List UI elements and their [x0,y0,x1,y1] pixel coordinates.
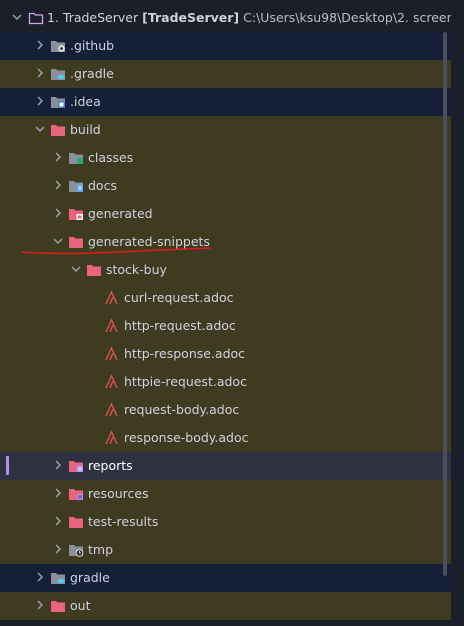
chevron-down-icon[interactable] [11,11,23,23]
tree-item-label: gradle [70,570,110,585]
folder-gradle-icon [50,66,66,82]
project-label: 1. TradeServer [47,10,139,25]
chevron-down-icon[interactable] [70,263,82,275]
tree-item-label: curl-request.adoc [124,290,234,305]
asciidoc-file-icon [104,402,120,418]
tree-row-tmp[interactable]: tmp [0,536,451,564]
selection-marker [6,456,9,475]
tree-item-label: response-body.adoc [124,430,249,445]
module-folder-icon [28,12,44,25]
chevron-right-icon[interactable] [52,151,64,163]
chevron-right-icon[interactable] [52,515,64,527]
folder-tmp-icon [68,542,84,558]
tree-row-request-body-adoc[interactable]: request-body.adoc [0,396,451,424]
chevron-right-icon[interactable] [52,459,64,471]
folder-reports-icon [68,458,84,474]
tree-item-label: stock-buy [106,262,167,277]
tree-row-build[interactable]: build [0,116,451,144]
asciidoc-file-icon [104,346,120,362]
project-name-label: 1. TradeServer [TradeServer] C:\Users\ks… [47,10,464,26]
chevron-right-icon[interactable] [34,95,46,107]
tree-row-project[interactable]: 1. TradeServer [TradeServer] C:\Users\ks… [0,4,464,32]
tree-item-label: classes [88,150,134,165]
tree-row-gradle[interactable]: gradle [0,564,451,592]
tree-item-label: request-body.adoc [124,402,240,417]
folder-excluded-icon [68,514,84,530]
folder-docs-icon [68,178,84,194]
tree-item-label: httpie-request.adoc [124,374,247,389]
tree-row-out[interactable]: out [0,592,451,620]
tree-item-label: http-response.adoc [124,346,246,361]
tree-row-classes[interactable]: classes [0,144,451,172]
project-module-label: [TradeServer] [142,10,240,25]
tree-row-reports[interactable]: reports [0,452,451,480]
chevron-right-icon[interactable] [34,39,46,51]
tree-item-label: tmp [88,542,114,557]
tree-item-label: build [70,122,101,137]
folder-idea-icon [50,94,66,110]
chevron-right-icon[interactable] [52,487,64,499]
tree-row-http-request-adoc[interactable]: http-request.adoc [0,312,451,340]
tree-row-resources[interactable]: resources [0,480,451,508]
tree-item-label: .github [70,38,115,53]
folder-github-icon [50,38,66,54]
chevron-down-icon[interactable] [34,123,46,135]
chevron-right-icon[interactable] [34,67,46,79]
folder-resources-icon [68,486,84,502]
asciidoc-file-icon [104,430,120,446]
asciidoc-file-icon [104,318,120,334]
tree-row-stock-buy[interactable]: stock-buy [0,256,451,284]
folder-excluded-icon [50,598,66,614]
folder-excluded-icon [50,122,66,138]
tree-row-github[interactable]: .github [0,32,451,60]
folder-classes-icon [68,150,84,166]
red-annotation-underline [21,247,211,255]
asciidoc-file-icon [104,374,120,390]
tree-row-httpie-request-adoc[interactable]: httpie-request.adoc [0,368,451,396]
tree-row-curl-request-adoc[interactable]: curl-request.adoc [0,284,451,312]
chevron-right-icon[interactable] [52,543,64,555]
asciidoc-file-icon [104,290,120,306]
tree-item-label: out [70,598,91,613]
tree-row-http-response-adoc[interactable]: http-response.adoc [0,340,451,368]
tree-item-label: http-request.adoc [124,318,236,333]
folder-gradle-icon [50,570,66,586]
folder-excluded-icon [86,262,102,278]
tree-item-label: .idea [70,94,101,109]
chevron-right-icon[interactable] [52,207,64,219]
tree-row-test-results[interactable]: test-results [0,508,451,536]
chevron-right-icon[interactable] [34,599,46,611]
project-path-label: C:\Users\ksu98\Desktop\2. screeningH [243,10,464,25]
tree-row-generated[interactable]: generated [0,200,451,228]
tree-row-docs[interactable]: docs [0,172,451,200]
chevron-right-icon[interactable] [34,571,46,583]
tree-item-label: .gradle [70,66,114,81]
tree-item-label: docs [88,178,117,193]
tree-item-label: reports [88,458,133,473]
scrollbar-track[interactable] [451,0,464,626]
chevron-right-icon[interactable] [52,179,64,191]
tree-item-label: resources [88,486,149,501]
tree-item-label: generated [88,206,153,221]
tree-row-response-body-adoc[interactable]: response-body.adoc [0,424,451,452]
folder-generated-icon [68,206,84,222]
tree-row-gradle[interactable]: .gradle [0,60,451,88]
tree-row-idea[interactable]: .idea [0,88,451,116]
tree-item-label: test-results [88,514,159,529]
scrollbar-thumb[interactable] [443,32,447,576]
